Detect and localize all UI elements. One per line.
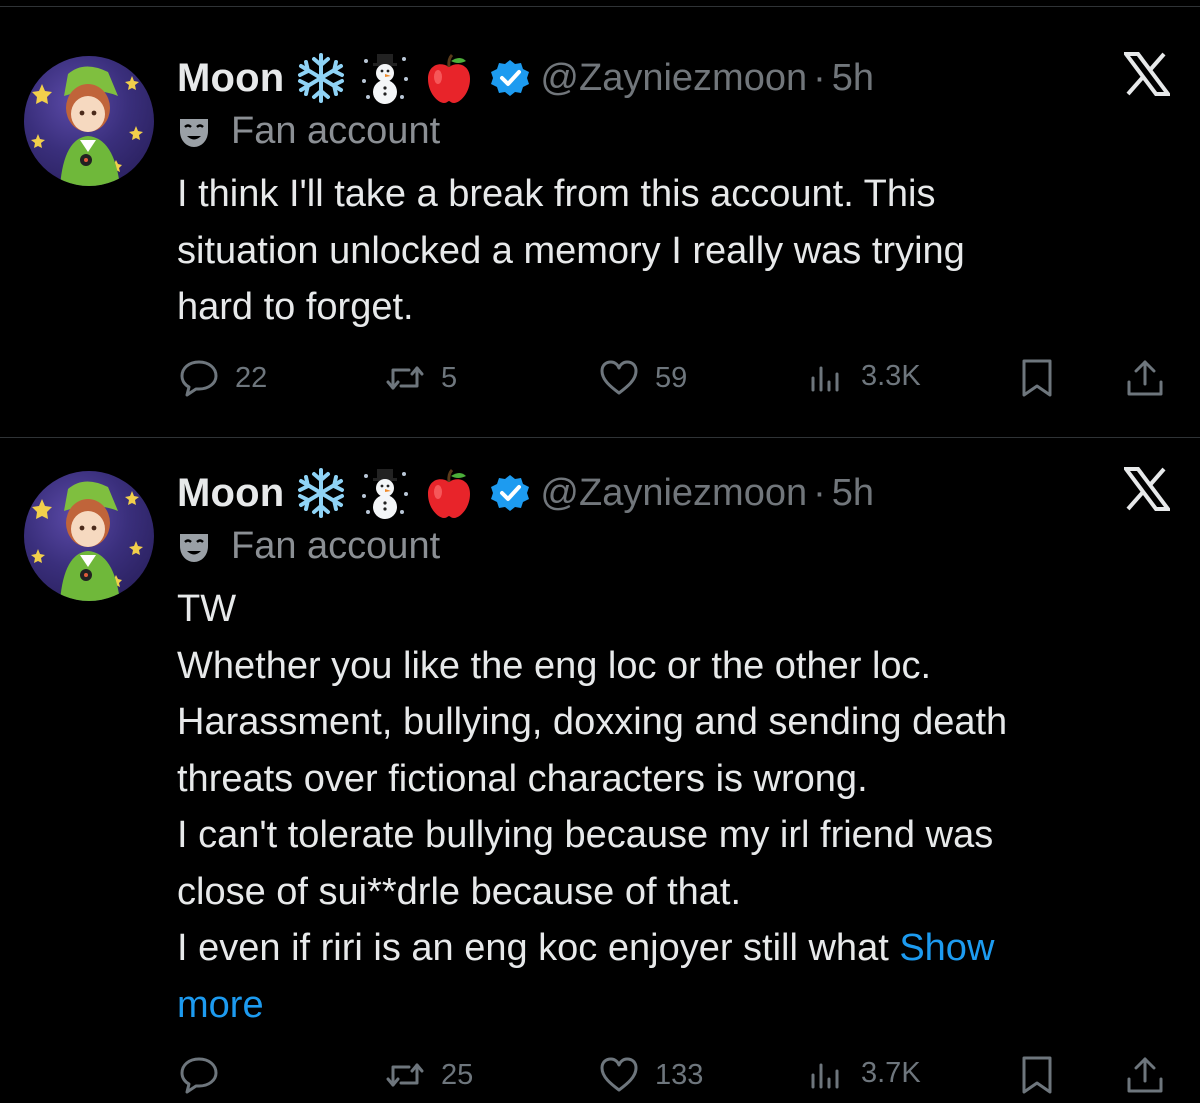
reply-button[interactable]: 22 (177, 356, 267, 400)
share-icon (1127, 1057, 1163, 1093)
separator-dot: · (813, 471, 826, 514)
verified-badge-icon (490, 58, 530, 98)
author-name[interactable]: Moon (177, 56, 284, 101)
author-handle[interactable]: @Zayniezmoon (540, 57, 807, 100)
tweet-text-line: I can't tolerate bullying because my irl… (177, 814, 994, 856)
tweet-text-line: Whether you like the eng loc or the othe… (177, 644, 932, 687)
timestamp[interactable]: 5h (832, 472, 874, 515)
views-count: 3.7K (861, 1056, 921, 1089)
share-button[interactable] (1123, 1053, 1181, 1097)
account-label: Fan account (177, 525, 440, 568)
repost-button[interactable]: 5 (383, 356, 457, 400)
snowflake-emoji (294, 51, 348, 105)
bookmark-icon (1022, 359, 1052, 397)
snowman-emoji (358, 51, 412, 105)
reply-icon (180, 360, 218, 397)
heart-icon (600, 1057, 638, 1092)
bookmark-button[interactable] (1015, 1053, 1073, 1097)
snowflake-emoji (294, 466, 348, 520)
tweet-text-fragment: I even if riri is an eng koc enjoyer sti… (177, 927, 900, 969)
action-bar: 22 5 59 3.3K (177, 356, 1177, 406)
x-logo-icon (1122, 52, 1172, 96)
share-button[interactable] (1123, 356, 1181, 400)
tweet-text-line: Harassment, bullying, doxxing and sendin… (177, 701, 1008, 743)
bookmark-icon (1022, 1056, 1052, 1094)
account-label-text: Fan account (231, 525, 441, 567)
show-more-link-continued[interactable]: more (177, 984, 264, 1026)
reply-icon (180, 1057, 218, 1094)
timestamp[interactable]: 5h (832, 57, 874, 100)
verified-badge-icon (490, 473, 530, 513)
theater-mask-icon (177, 530, 211, 564)
heart-icon (600, 360, 638, 395)
views-button[interactable]: 3.3K (807, 356, 921, 396)
views-count: 3.3K (861, 359, 921, 392)
like-count: 59 (655, 361, 688, 394)
snowman-emoji (358, 466, 412, 520)
separator-dot: · (813, 56, 826, 99)
share-icon (1127, 360, 1163, 396)
repost-count: 25 (441, 1058, 474, 1091)
show-more-link[interactable]: Show (899, 927, 994, 969)
tweet-text-line: close of sui**drle because of that. (177, 870, 742, 913)
red-apple-emoji (422, 466, 476, 520)
repost-count: 5 (441, 361, 458, 394)
theater-mask-icon (177, 115, 211, 149)
repost-icon (386, 1063, 424, 1087)
tweet-text-line: threats over fictional characters is wro… (177, 757, 868, 800)
tweet-text-line: TW (177, 588, 237, 630)
tweet[interactable]: Moon @Zayniezmoon · 5h Fan account TW Wh… (0, 445, 1200, 1103)
tweet[interactable]: Moon @Zayniezmoon · 5h Fan account I thi… (0, 30, 1200, 430)
tweet-divider (0, 437, 1200, 438)
author-handle[interactable]: @Zayniezmoon (540, 472, 807, 515)
repost-icon (386, 366, 424, 390)
tweet-header: Moon @Zayniezmoon · 5h (177, 50, 874, 106)
tweet-text: TW Whether you like the eng loc or the o… (177, 581, 1167, 1033)
like-button[interactable]: 133 (597, 1053, 703, 1097)
avatar[interactable] (24, 471, 154, 601)
tweet-text-line: more (177, 977, 1167, 1034)
avatar[interactable] (24, 56, 154, 186)
views-chart-icon (811, 366, 839, 392)
tweet-text-line: I even if riri is an eng koc enjoyer sti… (177, 920, 1167, 977)
repost-button[interactable]: 25 (383, 1053, 473, 1097)
like-count: 133 (655, 1058, 704, 1091)
action-bar: 25 133 3.7K (177, 1053, 1177, 1103)
x-logo-icon (1122, 467, 1172, 511)
tweet-text-line: I think I'll take a break from this acco… (177, 173, 936, 215)
tweet-text-line: hard to forget. (177, 286, 414, 328)
account-label-text: Fan account (231, 110, 441, 152)
bookmark-button[interactable] (1015, 356, 1073, 400)
views-chart-icon (811, 1063, 839, 1089)
red-apple-emoji (422, 51, 476, 105)
reply-count: 22 (235, 361, 268, 394)
like-button[interactable]: 59 (597, 356, 687, 400)
account-label: Fan account (177, 110, 440, 153)
tweet-text: I think I'll take a break from this acco… (177, 166, 1167, 336)
top-rule (0, 6, 1200, 7)
tweet-text-line: situation unlocked a memory I really was… (177, 229, 965, 272)
tweet-header: Moon @Zayniezmoon · 5h (177, 465, 874, 521)
author-name[interactable]: Moon (177, 471, 284, 516)
views-button[interactable]: 3.7K (807, 1053, 921, 1093)
reply-button[interactable] (177, 1053, 235, 1097)
